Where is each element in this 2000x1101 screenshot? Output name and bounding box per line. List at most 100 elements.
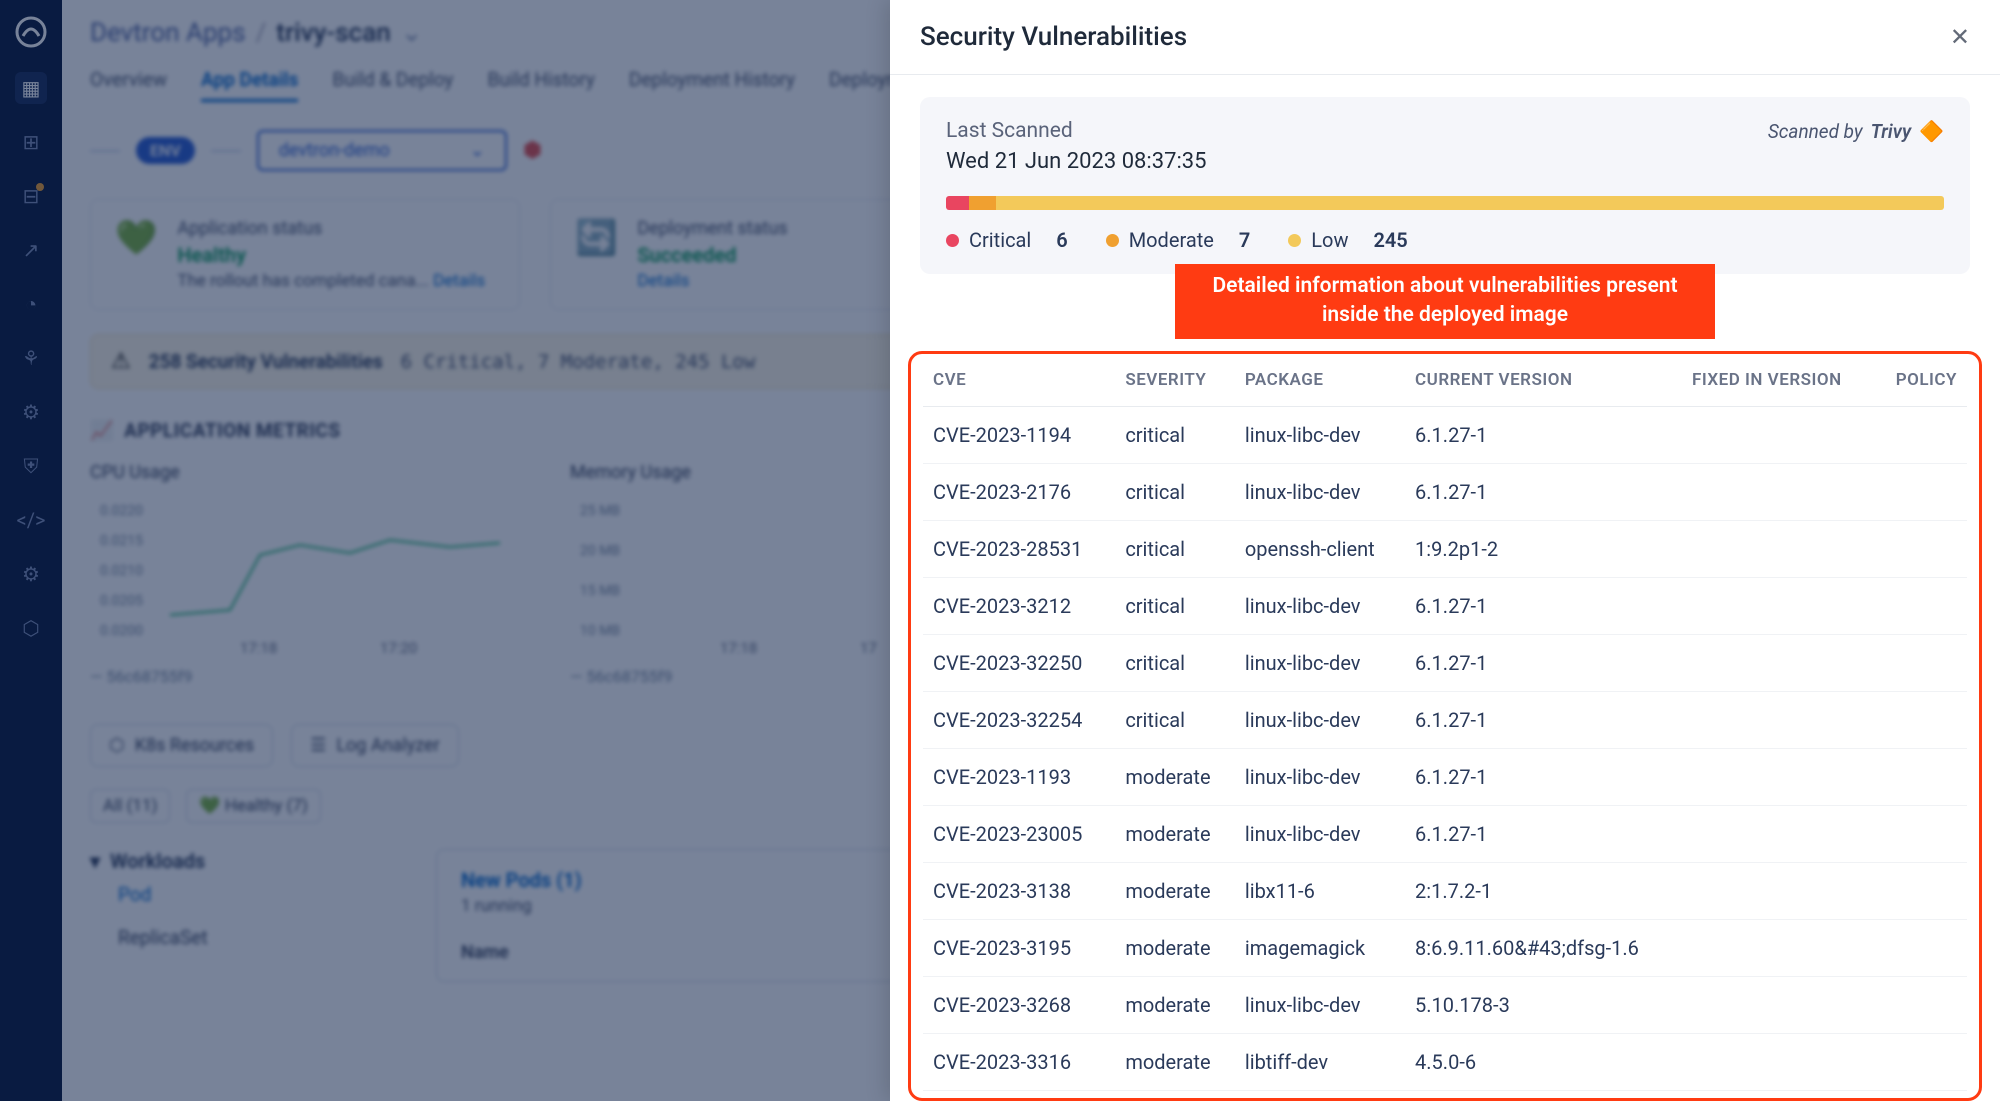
scan-summary-box: Last Scanned Wed 21 Jun 2023 08:37:35 Sc…	[920, 97, 1970, 274]
cell-current: 6.1.27-1	[1405, 805, 1682, 862]
moderate-label: Moderate	[1129, 228, 1214, 252]
cell-severity: moderate	[1115, 748, 1235, 805]
cell-current: 6.1.27-1	[1405, 577, 1682, 634]
col-severity[interactable]: SEVERITY	[1115, 354, 1235, 407]
panel-title: Security Vulnerabilities	[920, 22, 1187, 52]
cell-package: linux-libc-dev	[1235, 577, 1405, 634]
cell-severity: critical	[1115, 691, 1235, 748]
cell-fixed	[1682, 976, 1875, 1033]
col-cve[interactable]: CVE	[923, 354, 1115, 407]
table-row[interactable]: CVE-2023-3316moderatelibtiff-dev4.5.0-6	[923, 1033, 1967, 1090]
cell-current: 2:1.7.2-1	[1405, 862, 1682, 919]
vulnerability-table: CVE SEVERITY PACKAGE CURRENT VERSION FIX…	[923, 354, 1967, 1091]
table-row[interactable]: CVE-2023-3138moderatelibx11-62:1.7.2-1	[923, 862, 1967, 919]
table-row[interactable]: CVE-2023-32254criticallinux-libc-dev6.1.…	[923, 691, 1967, 748]
cell-severity: moderate	[1115, 805, 1235, 862]
col-policy[interactable]: POLICY	[1875, 354, 1967, 407]
cell-severity: critical	[1115, 520, 1235, 577]
cell-severity: moderate	[1115, 919, 1235, 976]
cell-package: libtiff-dev	[1235, 1033, 1405, 1090]
cell-fixed	[1682, 577, 1875, 634]
cell-cve: CVE-2023-1193	[923, 748, 1115, 805]
table-row[interactable]: CVE-2023-1194criticallinux-libc-dev6.1.2…	[923, 406, 1967, 463]
cell-cve: CVE-2023-32250	[923, 634, 1115, 691]
cell-policy	[1875, 862, 1967, 919]
severity-bar	[946, 196, 1944, 210]
cell-policy	[1875, 691, 1967, 748]
cell-fixed	[1682, 919, 1875, 976]
cell-fixed	[1682, 406, 1875, 463]
cell-package: linux-libc-dev	[1235, 691, 1405, 748]
cell-policy	[1875, 748, 1967, 805]
cell-current: 4.5.0-6	[1405, 1033, 1682, 1090]
table-row[interactable]: CVE-2023-32250criticallinux-libc-dev6.1.…	[923, 634, 1967, 691]
cell-policy	[1875, 805, 1967, 862]
cell-severity: moderate	[1115, 862, 1235, 919]
close-button[interactable]: ✕	[1950, 23, 1970, 51]
cell-fixed	[1682, 1033, 1875, 1090]
cell-current: 1:9.2p1-2	[1405, 520, 1682, 577]
col-current[interactable]: CURRENT VERSION	[1405, 354, 1682, 407]
table-row[interactable]: CVE-2023-23005moderatelinux-libc-dev6.1.…	[923, 805, 1967, 862]
cell-cve: CVE-2023-32254	[923, 691, 1115, 748]
last-scanned-label: Last Scanned	[946, 119, 1207, 143]
cell-policy	[1875, 520, 1967, 577]
cell-severity: critical	[1115, 634, 1235, 691]
cell-package: linux-libc-dev	[1235, 805, 1405, 862]
cell-fixed	[1682, 691, 1875, 748]
cell-fixed	[1682, 862, 1875, 919]
vulnerability-table-wrap: CVE SEVERITY PACKAGE CURRENT VERSION FIX…	[908, 351, 1982, 1101]
cell-fixed	[1682, 463, 1875, 520]
cell-package: imagemagick	[1235, 919, 1405, 976]
cell-policy	[1875, 634, 1967, 691]
cell-package: linux-libc-dev	[1235, 406, 1405, 463]
cell-package: openssh-client	[1235, 520, 1405, 577]
table-row[interactable]: CVE-2023-28531criticalopenssh-client1:9.…	[923, 520, 1967, 577]
table-row[interactable]: CVE-2023-3212criticallinux-libc-dev6.1.2…	[923, 577, 1967, 634]
cell-current: 6.1.27-1	[1405, 634, 1682, 691]
cell-package: linux-libc-dev	[1235, 748, 1405, 805]
cell-current: 6.1.27-1	[1405, 691, 1682, 748]
critical-label: Critical	[969, 228, 1031, 252]
cell-severity: critical	[1115, 463, 1235, 520]
vulnerabilities-panel: Security Vulnerabilities ✕ Last Scanned …	[890, 0, 2000, 1101]
cell-policy	[1875, 406, 1967, 463]
table-row[interactable]: CVE-2023-3195moderateimagemagick8:6.9.11…	[923, 919, 1967, 976]
cell-fixed	[1682, 520, 1875, 577]
moderate-count: 7	[1239, 228, 1250, 252]
trivy-icon: 🔶	[1919, 119, 1944, 143]
cell-policy	[1875, 919, 1967, 976]
cell-cve: CVE-2023-3138	[923, 862, 1115, 919]
low-label: Low	[1311, 228, 1348, 252]
table-row[interactable]: CVE-2023-2176criticallinux-libc-dev6.1.2…	[923, 463, 1967, 520]
cell-severity: moderate	[1115, 976, 1235, 1033]
cell-cve: CVE-2023-23005	[923, 805, 1115, 862]
cell-cve: CVE-2023-28531	[923, 520, 1115, 577]
cell-policy	[1875, 1033, 1967, 1090]
cell-severity: critical	[1115, 577, 1235, 634]
table-row[interactable]: CVE-2023-1193moderatelinux-libc-dev6.1.2…	[923, 748, 1967, 805]
low-count: 245	[1373, 228, 1407, 252]
table-row[interactable]: CVE-2023-3268moderatelinux-libc-dev5.10.…	[923, 976, 1967, 1033]
cell-cve: CVE-2023-3195	[923, 919, 1115, 976]
scanned-by: Scanned byTrivy 🔶	[1768, 119, 1944, 143]
col-package[interactable]: PACKAGE	[1235, 354, 1405, 407]
cell-cve: CVE-2023-1194	[923, 406, 1115, 463]
cell-current: 6.1.27-1	[1405, 406, 1682, 463]
callout-annotation: Detailed information about vulnerabiliti…	[1175, 264, 1715, 339]
cell-policy	[1875, 463, 1967, 520]
cell-package: libx11-6	[1235, 862, 1405, 919]
col-fixed[interactable]: FIXED IN VERSION	[1682, 354, 1875, 407]
cell-severity: critical	[1115, 406, 1235, 463]
cell-severity: moderate	[1115, 1033, 1235, 1090]
cell-current: 6.1.27-1	[1405, 463, 1682, 520]
cell-current: 6.1.27-1	[1405, 748, 1682, 805]
cell-cve: CVE-2023-2176	[923, 463, 1115, 520]
cell-current: 5.10.178-3	[1405, 976, 1682, 1033]
cell-package: linux-libc-dev	[1235, 463, 1405, 520]
cell-cve: CVE-2023-3212	[923, 577, 1115, 634]
cell-package: linux-libc-dev	[1235, 976, 1405, 1033]
severity-legend: Critical 6 Moderate 7 Low 245	[946, 228, 1944, 252]
cell-cve: CVE-2023-3316	[923, 1033, 1115, 1090]
cell-policy	[1875, 976, 1967, 1033]
